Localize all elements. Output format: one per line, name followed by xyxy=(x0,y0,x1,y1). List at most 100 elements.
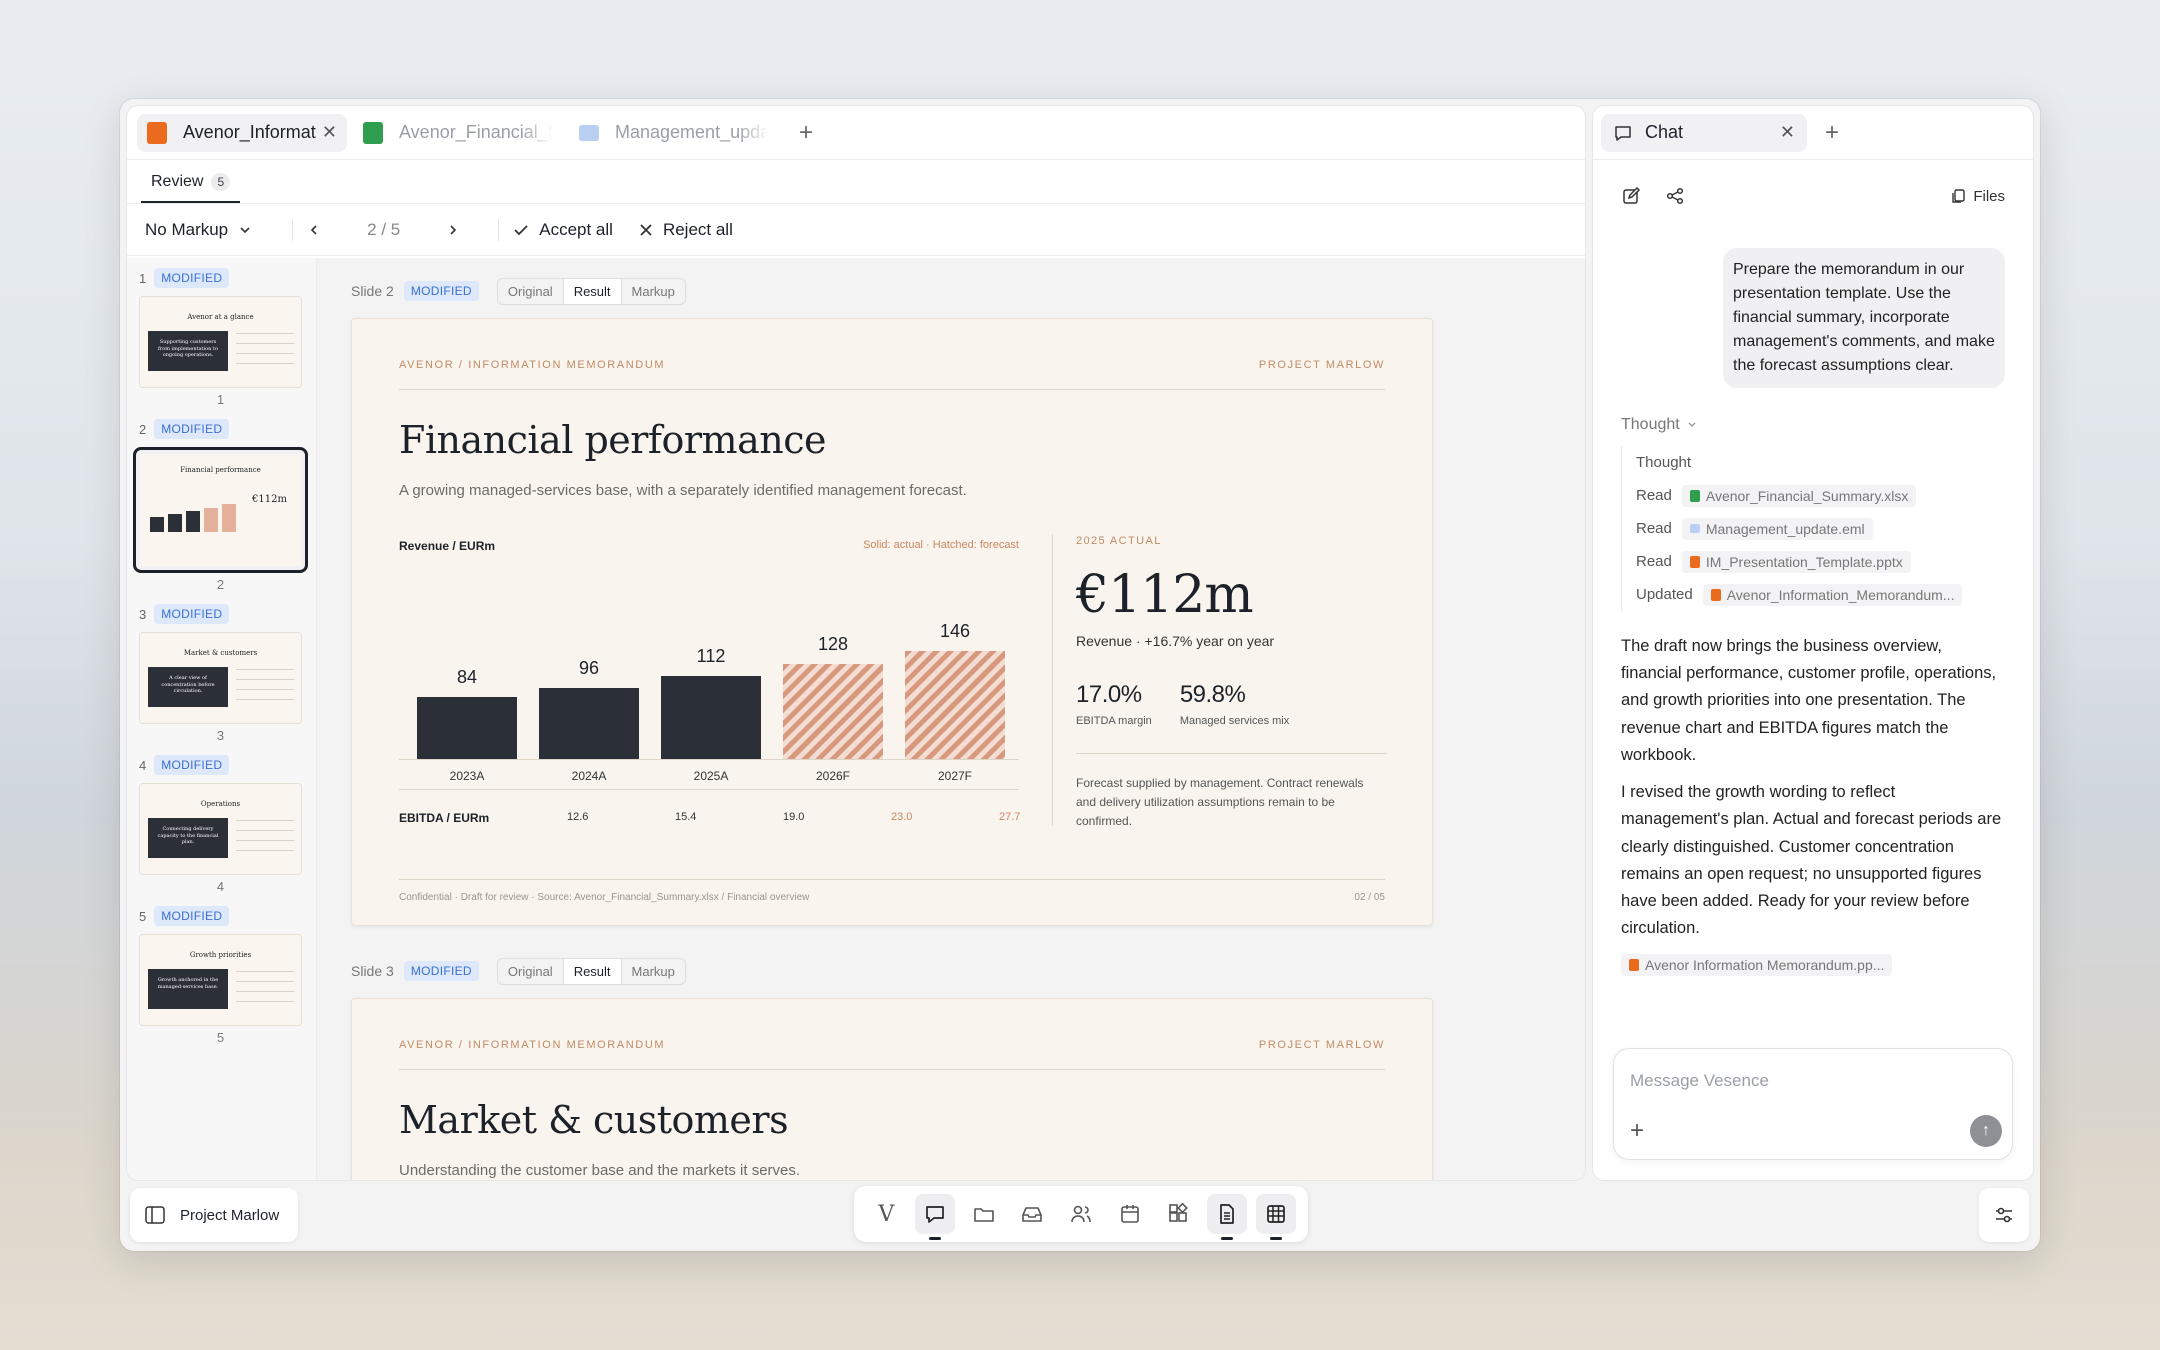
send-button[interactable]: ↑ xyxy=(1970,1115,2002,1147)
thumbnail-title: Market & customers xyxy=(183,649,258,657)
view-result-button[interactable]: Result xyxy=(562,278,622,304)
folder-icon[interactable] xyxy=(964,1194,1004,1234)
view-markup-button[interactable]: Markup xyxy=(622,959,685,984)
ebitda-value: 23.0 xyxy=(891,811,913,823)
files-button[interactable]: Files xyxy=(1951,188,2005,205)
markup-dropdown[interactable]: No Markup xyxy=(145,220,252,240)
apps-icon[interactable] xyxy=(1158,1194,1198,1234)
review-label: Review xyxy=(151,173,204,190)
reject-all-button[interactable]: Reject all xyxy=(639,220,733,240)
file-chip[interactable]: Avenor_Financial_Summary.xlsx xyxy=(1681,484,1917,507)
slide-kpi-panel: 2025 ACTUAL €112m Revenue · +16.7% year … xyxy=(1076,535,1386,832)
tab-information-memorandum[interactable]: Avenor_Information_Memorandum ✕ xyxy=(137,113,347,152)
ebitda-value: 12.6 xyxy=(567,811,589,823)
thumbnail-4[interactable]: 4 MODIFIED Operations Connecting deliver… xyxy=(139,755,316,894)
add-tab-icon[interactable]: + xyxy=(799,119,813,147)
slide-footer-page: 02 / 05 xyxy=(1354,892,1385,903)
chevron-left-icon[interactable] xyxy=(307,223,321,237)
tab-review[interactable]: Review 5 xyxy=(141,173,241,203)
slide-subtitle: A growing managed-services base, with a … xyxy=(399,482,967,499)
revenue-chart: Revenue / EURm Solid: actual · Hatched: … xyxy=(399,539,1020,839)
tab-management-update[interactable]: Management_update xyxy=(569,114,779,152)
slide-header-right: PROJECT MARLOW xyxy=(1258,1039,1385,1051)
view-result-button[interactable]: Result xyxy=(562,958,622,984)
close-icon[interactable]: ✕ xyxy=(1780,122,1795,143)
file-chip[interactable]: IM_Presentation_Template.pptx xyxy=(1681,550,1911,573)
thumbnail-lines xyxy=(236,820,294,860)
thumbnail-3[interactable]: 3 MODIFIED Market & customers A clear vi… xyxy=(139,604,316,743)
add-tab-icon[interactable]: + xyxy=(1825,119,1839,147)
workspace-switcher[interactable]: Project Marlow xyxy=(130,1188,298,1242)
workspace-name: Project Marlow xyxy=(180,1206,280,1224)
edit-icon[interactable] xyxy=(1621,186,1641,206)
logo-icon[interactable]: V xyxy=(866,1194,906,1234)
spreadsheet-icon[interactable] xyxy=(1255,1194,1296,1240)
thumbnail-index: 4 xyxy=(139,757,147,773)
file-chip[interactable]: Management_update.eml xyxy=(1681,517,1873,540)
thumbnail-dark-panel: Growth anchored in the managed-services … xyxy=(148,969,228,1009)
message-composer[interactable]: Message Vesence + ↑ xyxy=(1613,1048,2013,1160)
bar-value-label: 112 xyxy=(696,646,726,667)
thumbnail-image[interactable]: Market & customers A clear view of conce… xyxy=(139,632,302,724)
review-body: 1 MODIFIED Avenor at a glance Supporting… xyxy=(127,258,1585,1180)
app-window: Avenor_Information_Memorandum ✕ Avenor_F… xyxy=(120,99,2040,1251)
inbox-icon[interactable] xyxy=(1012,1194,1052,1234)
tab-financial-summary[interactable]: Avenor_Financial_Summary xyxy=(353,114,563,152)
thumbnail-image[interactable]: Avenor at a glance Supporting customers … xyxy=(139,296,302,388)
calendar-icon[interactable] xyxy=(1110,1194,1150,1234)
chart-baseline xyxy=(399,759,1019,760)
settings-button[interactable] xyxy=(1979,1188,2029,1242)
view-markup-button[interactable]: Markup xyxy=(622,279,685,304)
chat-panel: Chat ✕ + Files Prepare the memorandum in… xyxy=(1592,105,2034,1181)
thumbnail-1[interactable]: 1 MODIFIED Avenor at a glance Supporting… xyxy=(139,268,316,407)
view-original-button[interactable]: Original xyxy=(498,279,563,304)
chat-tabbar: Chat ✕ + xyxy=(1593,106,2033,160)
thumbnail-5[interactable]: 5 MODIFIED Growth priorities Growth anch… xyxy=(139,906,316,1045)
chat-icon[interactable] xyxy=(914,1194,955,1240)
view-original-button[interactable]: Original xyxy=(498,959,563,984)
revenue-bar xyxy=(783,664,883,759)
category-label: 2027F xyxy=(937,769,973,783)
accept-all-button[interactable]: Accept all xyxy=(513,220,613,240)
thought-title-row: Thought xyxy=(1636,446,2033,479)
people-icon[interactable] xyxy=(1061,1194,1101,1234)
chart-title: Revenue / EURm xyxy=(399,539,496,553)
share-icon[interactable] xyxy=(1665,186,1685,206)
sidebar-toggle-icon[interactable] xyxy=(144,1205,166,1225)
tab-chat[interactable]: Chat ✕ xyxy=(1601,113,1807,152)
modified-badge: MODIFIED xyxy=(154,419,230,439)
revenue-bar xyxy=(539,687,639,759)
thumbnail-image[interactable]: Growth priorities Growth anchored in the… xyxy=(139,934,302,1026)
add-attachment-icon[interactable]: + xyxy=(1630,1117,1644,1145)
file-chip-label: IM_Presentation_Template.pptx xyxy=(1705,553,1903,570)
document-icon[interactable] xyxy=(1206,1194,1247,1240)
close-icon[interactable]: ✕ xyxy=(322,122,337,143)
assistant-paragraph: The draft now brings the business overvi… xyxy=(1621,637,1997,764)
chart-divider xyxy=(399,789,1019,790)
category-label: 2026F xyxy=(815,769,851,783)
thought-toggle[interactable]: Thought xyxy=(1621,416,2033,434)
file-chip[interactable]: Avenor_Information_Memorandum... xyxy=(1702,583,1963,606)
thumbnail-title: Financial performance xyxy=(180,466,261,474)
slide-footer-source: Confidential · Draft for review · Source… xyxy=(399,892,810,903)
modified-badge: MODIFIED xyxy=(403,961,479,981)
step-action: Read xyxy=(1636,487,1672,504)
slide-header-left: AVENOR / INFORMATION MEMORANDUM xyxy=(399,359,666,371)
thumbnail-image[interactable]: Operations Connecting delivery capacity … xyxy=(139,783,302,875)
attachment[interactable]: Avenor Information Memorandum.pp... xyxy=(1621,954,2033,977)
thumbnail-2[interactable]: 2 MODIFIED Financial performance €112m 2 xyxy=(133,419,316,592)
slide-thumbnails: 1 MODIFIED Avenor at a glance Supporting… xyxy=(127,258,317,1180)
file-chip[interactable]: Avenor Information Memorandum.pp... xyxy=(1621,954,1893,977)
thumbnail-big-number: €112m xyxy=(252,494,287,505)
thumbnail-image-selected[interactable]: Financial performance €112m xyxy=(133,447,308,573)
chevron-right-icon[interactable] xyxy=(446,223,460,237)
thumbnail-index: 3 xyxy=(139,606,147,622)
message-input[interactable]: Message Vesence xyxy=(1630,1071,1769,1091)
document-tabbar: Avenor_Information_Memorandum ✕ Avenor_F… xyxy=(127,106,1585,160)
modified-badge: MODIFIED xyxy=(154,268,230,288)
email-file-icon xyxy=(1689,524,1700,533)
kpi-revenue-value: €112m xyxy=(1076,565,1254,625)
chart-header: Revenue / EURm Solid: actual · Hatched: … xyxy=(399,539,1019,553)
modified-badge: MODIFIED xyxy=(154,755,230,775)
chat-bubble-icon xyxy=(1615,125,1631,141)
